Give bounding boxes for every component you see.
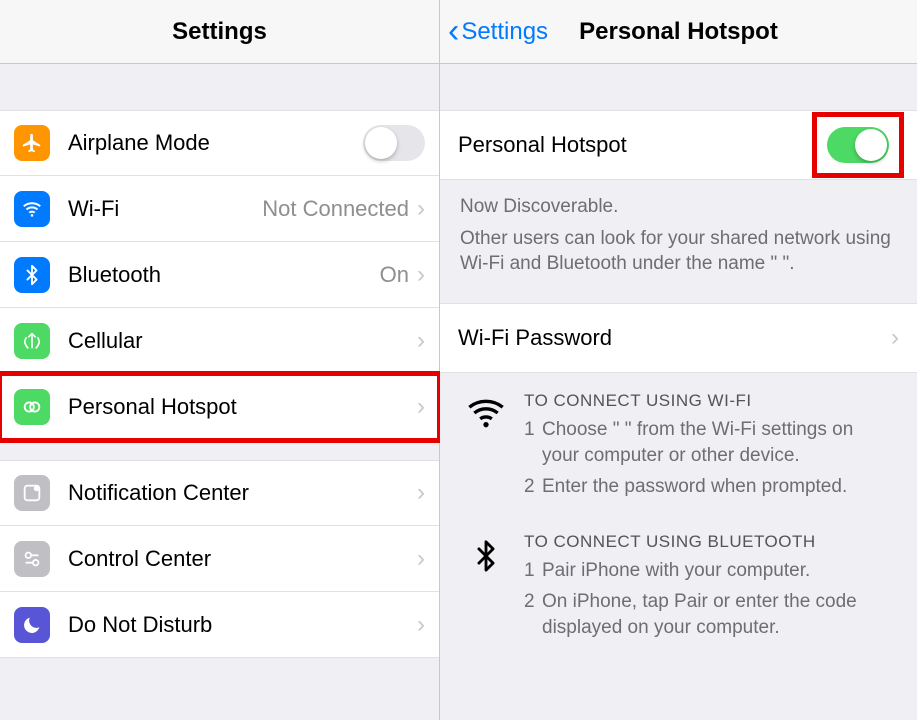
chevron-left-icon: ‹ [448, 20, 459, 44]
hotspot-label: Personal Hotspot [68, 394, 417, 420]
airplane-label: Airplane Mode [68, 130, 363, 156]
hotspot-toggle[interactable] [827, 127, 889, 163]
sidebar-item-notification-center[interactable]: Notification Center › [0, 460, 439, 526]
chevron-right-icon: › [417, 479, 425, 507]
chevron-right-icon: › [891, 324, 899, 352]
bluetooth-instructions: TO CONNECT USING BLUETOOTH 1Pair iPhone … [440, 514, 917, 655]
wifi-icon [14, 191, 50, 227]
note-line-1: Now Discoverable. [460, 194, 897, 220]
hotspot-icon [14, 389, 50, 425]
bt-instr-head: TO CONNECT USING BLUETOOTH [524, 532, 895, 552]
sidebar-item-wifi[interactable]: Wi-Fi Not Connected › [0, 176, 439, 242]
chevron-right-icon: › [417, 195, 425, 223]
chevron-right-icon: › [417, 261, 425, 289]
sidebar-item-bluetooth[interactable]: Bluetooth On › [0, 242, 439, 308]
hotspot-toggle-label: Personal Hotspot [458, 132, 817, 158]
sidebar-item-personal-hotspot[interactable]: Personal Hotspot › [0, 374, 439, 440]
bluetooth-glyph-icon [464, 534, 508, 578]
wifi-label: Wi-Fi [68, 196, 262, 222]
sidebar-item-control-center[interactable]: Control Center › [0, 526, 439, 592]
notification-center-icon [14, 475, 50, 511]
wifi-password-row[interactable]: Wi-Fi Password › [440, 303, 917, 373]
detail-pane: ‹ Settings Personal Hotspot Personal Hot… [440, 0, 917, 720]
sidebar-item-airplane-mode[interactable]: Airplane Mode [0, 110, 439, 176]
hotspot-toggle-row: Personal Hotspot [440, 110, 917, 180]
control-center-icon [14, 541, 50, 577]
wifi-glyph-icon [464, 393, 508, 433]
right-title: Personal Hotspot [579, 18, 778, 46]
airplane-toggle[interactable] [363, 125, 425, 161]
chevron-right-icon: › [417, 393, 425, 421]
cellular-label: Cellular [68, 328, 417, 354]
bluetooth-icon [14, 257, 50, 293]
right-navbar: ‹ Settings Personal Hotspot [440, 0, 917, 64]
sidebar-item-do-not-disturb[interactable]: Do Not Disturb › [0, 592, 439, 658]
wifi-instr-step-2: 2Enter the password when prompted. [524, 474, 895, 500]
back-button[interactable]: ‹ Settings [448, 18, 548, 46]
airplane-icon [14, 125, 50, 161]
chevron-right-icon: › [417, 545, 425, 573]
control-center-label: Control Center [68, 546, 417, 572]
note-line-2: Other users can look for your shared net… [460, 226, 897, 277]
left-title: Settings [172, 18, 267, 46]
wifi-instructions: TO CONNECT USING WI-FI 1Choose " " from … [440, 373, 917, 514]
chevron-right-icon: › [417, 327, 425, 355]
notification-center-label: Notification Center [68, 480, 417, 506]
discoverable-note: Now Discoverable. Other users can look f… [440, 180, 917, 277]
wifi-instr-step-1: 1Choose " " from the Wi-Fi settings on y… [524, 417, 895, 468]
do-not-disturb-label: Do Not Disturb [68, 612, 417, 638]
moon-icon [14, 607, 50, 643]
bt-instr-step-1: 1Pair iPhone with your computer. [524, 558, 895, 584]
back-label: Settings [461, 18, 548, 46]
cellular-icon [14, 323, 50, 359]
bluetooth-value: On [380, 262, 409, 288]
sidebar-item-cellular[interactable]: Cellular › [0, 308, 439, 374]
highlight-toggle [817, 117, 899, 173]
bluetooth-label: Bluetooth [68, 262, 380, 288]
wifi-value: Not Connected [262, 196, 409, 222]
left-navbar: Settings [0, 0, 439, 64]
settings-sidebar: Settings Airplane Mode Wi-Fi Not Connect… [0, 0, 440, 720]
wifi-instr-head: TO CONNECT USING WI-FI [524, 391, 895, 411]
chevron-right-icon: › [417, 611, 425, 639]
wifi-password-label: Wi-Fi Password [458, 325, 891, 351]
bt-instr-step-2: 2On iPhone, tap Pair or enter the code d… [524, 589, 895, 640]
